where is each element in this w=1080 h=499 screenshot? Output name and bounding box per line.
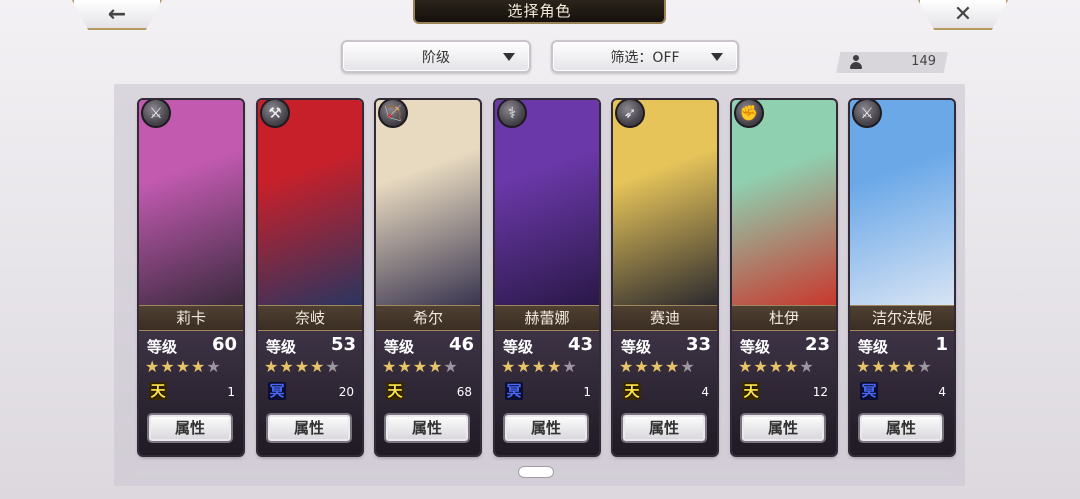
rank-count: 4	[938, 385, 946, 399]
rank-count: 1	[227, 385, 235, 399]
rank-dropdown[interactable]: 阶级	[341, 40, 531, 73]
star-rating: ★★★★★	[501, 357, 578, 376]
attribute-button[interactable]: 属性	[266, 413, 352, 443]
rank-count: 68	[456, 385, 472, 399]
roster-count-value: 149	[911, 54, 936, 69]
star-rating: ★★★★★	[856, 357, 933, 376]
character-card[interactable]: ➶ 赛迪 等级 33 ★★★★★ 天 4 属性	[613, 100, 717, 455]
level-value: 23	[804, 334, 830, 355]
star-rating: ★★★★★	[619, 357, 696, 376]
rank-count: 1	[583, 385, 591, 399]
level-label: 等级	[266, 338, 297, 356]
character-card[interactable]: ⚔ 莉卡 等级 60 ★★★★★ 天 1 属性	[139, 100, 243, 455]
level-value: 1	[935, 334, 948, 355]
character-name: 杜伊	[732, 305, 836, 331]
level-value: 53	[330, 334, 356, 355]
character-name: 赛迪	[613, 305, 717, 331]
character-name: 奈岐	[258, 305, 362, 331]
chevron-down-icon	[503, 53, 515, 61]
level-label: 等级	[384, 338, 415, 356]
close-button[interactable]: ✕	[918, 0, 1008, 30]
character-portrait	[613, 100, 717, 305]
rank-badge: 冥	[268, 382, 286, 400]
star-rating: ★★★★★	[738, 357, 815, 376]
rank-badge: 天	[149, 382, 167, 400]
close-icon: ✕	[953, 1, 973, 27]
scrollbar-thumb[interactable]	[518, 466, 554, 478]
chevron-down-icon	[711, 53, 723, 61]
level-label: 等级	[858, 338, 889, 356]
character-name: 洁尔法妮	[850, 305, 954, 331]
level-label: 等级	[740, 338, 771, 356]
level-value: 43	[567, 334, 593, 355]
star-rating: ★★★★★	[264, 357, 341, 376]
person-icon	[850, 55, 862, 70]
attribute-button[interactable]: 属性	[384, 413, 470, 443]
rank-dropdown-label: 阶级	[422, 49, 450, 66]
rank-count: 20	[338, 385, 354, 399]
filter-dropdown[interactable]: 筛选：OFF	[551, 40, 739, 73]
character-portrait	[376, 100, 480, 305]
rank-badge: 冥	[860, 382, 878, 400]
attribute-button[interactable]: 属性	[147, 413, 233, 443]
character-name: 莉卡	[139, 305, 243, 331]
character-card[interactable]: ⚕ 赫蕾娜 等级 43 ★★★★★ 冥 1 属性	[495, 100, 599, 455]
rank-badge: 天	[742, 382, 760, 400]
roster-count: 149	[836, 52, 948, 73]
attribute-button[interactable]: 属性	[858, 413, 944, 443]
filter-dropdown-label: 筛选：OFF	[610, 49, 680, 66]
character-stats: 等级 46 ★★★★★ 天 68 属性	[376, 331, 480, 455]
attribute-button[interactable]: 属性	[621, 413, 707, 443]
character-stats: 等级 43 ★★★★★ 冥 1 属性	[495, 331, 599, 455]
character-portrait	[732, 100, 836, 305]
level-label: 等级	[503, 338, 534, 356]
back-button[interactable]: ←	[72, 0, 162, 30]
character-card[interactable]: ⚔ 洁尔法妮 等级 1 ★★★★★ 冥 4 属性	[850, 100, 954, 455]
rank-badge: 天	[623, 382, 641, 400]
character-card[interactable]: 🏹 希尔 等级 46 ★★★★★ 天 68 属性	[376, 100, 480, 455]
character-portrait	[495, 100, 599, 305]
rank-count: 12	[812, 385, 828, 399]
character-name: 希尔	[376, 305, 480, 331]
star-rating: ★★★★★	[145, 357, 222, 376]
character-card[interactable]: ✊ 杜伊 等级 23 ★★★★★ 天 12 属性	[732, 100, 836, 455]
back-arrow-icon: ←	[107, 1, 127, 27]
character-name: 赫蕾娜	[495, 305, 599, 331]
level-value: 60	[211, 334, 237, 355]
character-stats: 等级 53 ★★★★★ 冥 20 属性	[258, 331, 362, 455]
attribute-button[interactable]: 属性	[503, 413, 589, 443]
character-stats: 等级 23 ★★★★★ 天 12 属性	[732, 331, 836, 455]
rank-count: 4	[701, 385, 709, 399]
attribute-button[interactable]: 属性	[740, 413, 826, 443]
character-stats: 等级 1 ★★★★★ 冥 4 属性	[850, 331, 954, 455]
star-rating: ★★★★★	[382, 357, 459, 376]
level-label: 等级	[147, 338, 178, 356]
rank-badge: 冥	[505, 382, 523, 400]
character-portrait	[850, 100, 954, 305]
character-card[interactable]: ⚒ 奈岐 等级 53 ★★★★★ 冥 20 属性	[258, 100, 362, 455]
rank-badge: 天	[386, 382, 404, 400]
level-value: 33	[685, 334, 711, 355]
character-stats: 等级 33 ★★★★★ 天 4 属性	[613, 331, 717, 455]
character-portrait	[139, 100, 243, 305]
character-stats: 等级 60 ★★★★★ 天 1 属性	[139, 331, 243, 455]
level-value: 46	[448, 334, 474, 355]
level-label: 等级	[621, 338, 652, 356]
page-title: 选择角色	[413, 0, 666, 24]
character-portrait	[258, 100, 362, 305]
